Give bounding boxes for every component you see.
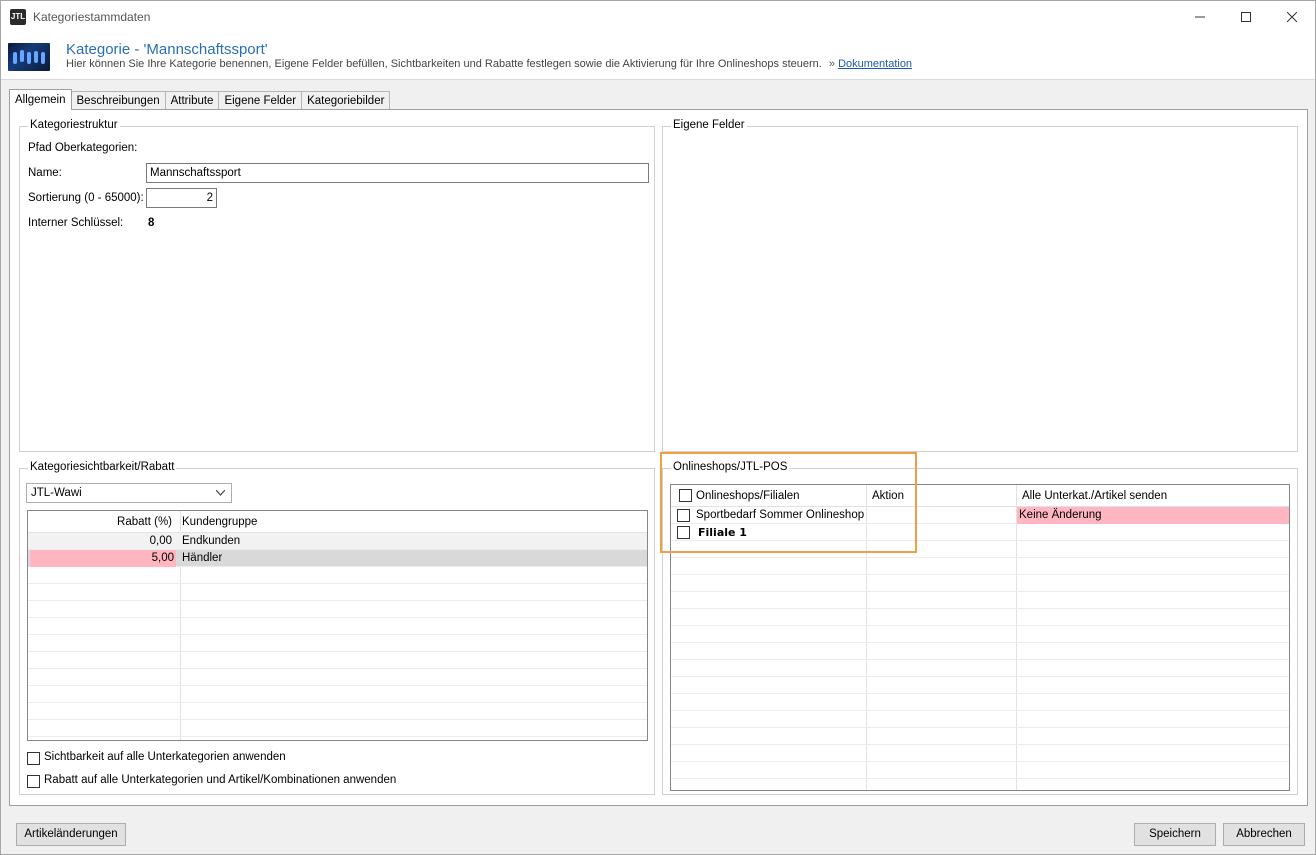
sortierung-label: Sortierung (0 - 65000):	[28, 192, 144, 204]
name-input[interactable]: Mannschaftssport	[146, 163, 649, 183]
page-title: Kategorie - 'Mannschaftssport'	[66, 41, 268, 58]
sortierung-input[interactable]: 2	[146, 188, 217, 208]
window: JTL Kategoriestammdaten Kategorie - 'Man…	[0, 0, 1316, 855]
rabatt-cell: 0,00	[149, 535, 172, 547]
column-header-onlineshops[interactable]: Onlineshops/Filialen	[696, 488, 800, 505]
eigene-felder-group: Eigene Felder	[662, 119, 1298, 452]
mandant-select-value: JTL-Wawi	[31, 487, 82, 499]
table-row[interactable]: 0,00 Endkunden	[28, 533, 647, 550]
rabatt-cell: 5,00	[30, 550, 176, 567]
column-header-senden[interactable]: Alle Unterkat./Artikel senden	[1022, 488, 1167, 505]
onlineshops-table: Onlineshops/Filialen Aktion Alle Unterka…	[670, 484, 1290, 791]
pfad-label: Pfad Oberkategorien:	[28, 142, 138, 154]
save-button[interactable]: Speichern	[1134, 823, 1216, 846]
shop-name-cell: Filiale 1	[698, 526, 747, 539]
artikelaenderungen-button[interactable]: Artikeländerungen	[16, 823, 126, 846]
tab-bar: Allgemein Beschreibungen Attribute Eigen…	[9, 89, 391, 110]
schluessel-label: Interner Schlüssel:	[28, 217, 124, 229]
minimize-button[interactable]	[1177, 1, 1223, 33]
group-label: Kategoriestruktur	[28, 119, 120, 131]
close-button[interactable]	[1269, 1, 1315, 33]
tab-attribute[interactable]: Attribute	[164, 91, 220, 110]
title-bar: JTL Kategoriestammdaten	[1, 1, 1315, 33]
window-title: Kategoriestammdaten	[33, 10, 151, 24]
kundengruppe-cell: Händler	[182, 552, 223, 564]
table-header: Onlineshops/Filialen Aktion Alle Unterka…	[671, 485, 1289, 507]
group-label: Eigene Felder	[671, 119, 747, 131]
close-icon	[1287, 12, 1297, 22]
column-header-rabatt[interactable]: Rabatt (%)	[28, 514, 176, 531]
sichtbarkeit-checkbox-label[interactable]: Sichtbarkeit auf alle Unterkategorien an…	[44, 751, 286, 763]
select-all-checkbox[interactable]	[679, 489, 692, 502]
group-label: Kategoriesichtbarkeit/Rabatt	[28, 461, 177, 473]
dialog-header: Kategorie - 'Mannschaftssport' Hier könn…	[1, 33, 1315, 80]
subtitle-text: Hier können Sie Ihre Kategorie benennen,…	[66, 58, 822, 70]
group-label: Onlineshops/JTL-POS	[671, 461, 790, 473]
kundengruppe-cell: Endkunden	[182, 535, 241, 547]
senden-cell[interactable]: Keine Änderung	[1017, 507, 1289, 524]
rabatt-checkbox-label[interactable]: Rabatt auf alle Unterkategorien und Arti…	[44, 774, 396, 786]
column-header-kundengruppe[interactable]: Kundengruppe	[182, 514, 257, 531]
tab-beschreibungen[interactable]: Beschreibungen	[70, 91, 166, 110]
schluessel-value: 8	[148, 217, 155, 229]
minimize-icon	[1195, 16, 1205, 18]
table-header: Rabatt (%) Kundengruppe	[28, 511, 647, 533]
column-header-aktion[interactable]: Aktion	[872, 488, 904, 505]
tab-allgemein[interactable]: Allgemein	[9, 89, 72, 110]
rabatt-checkbox[interactable]	[27, 775, 40, 788]
tab-eigene-felder[interactable]: Eigene Felder	[218, 91, 303, 110]
table-row[interactable]: Filiale 1	[671, 524, 1289, 541]
kategoriestruktur-group: Kategoriestruktur Pfad Oberkategorien: N…	[19, 119, 655, 452]
tab-page-allgemein: Kategoriestruktur Pfad Oberkategorien: N…	[9, 109, 1308, 806]
sichtbarkeit-group: Kategoriesichtbarkeit/Rabatt JTL-Wawi Ra…	[19, 461, 655, 795]
category-image	[8, 43, 50, 71]
cancel-button[interactable]: Abbrechen	[1223, 823, 1305, 846]
documentation-link[interactable]: Dokumentation	[838, 58, 912, 70]
name-label: Name:	[28, 167, 62, 179]
maximize-icon	[1241, 12, 1251, 22]
jtl-logo-icon: JTL	[10, 9, 26, 25]
sichtbarkeit-checkbox[interactable]	[27, 752, 40, 765]
shop-checkbox[interactable]	[677, 509, 690, 522]
link-prefix: »	[828, 58, 835, 70]
shop-name-cell: Sportbedarf Sommer Onlineshop	[696, 509, 865, 521]
maximize-button[interactable]	[1223, 1, 1269, 33]
chevron-down-icon	[216, 490, 225, 496]
page-subtitle: Hier können Sie Ihre Kategorie benennen,…	[66, 58, 912, 70]
tab-kategoriebilder[interactable]: Kategoriebilder	[301, 91, 391, 110]
rabatt-table: Rabatt (%) Kundengruppe 0,00 Endkunden 5…	[27, 510, 648, 741]
table-row[interactable]: 5,00 Händler	[28, 550, 647, 567]
onlineshops-group: Onlineshops/JTL-POS Onlineshops/Filialen…	[662, 461, 1298, 795]
shop-checkbox[interactable]	[677, 526, 690, 539]
mandant-select[interactable]: JTL-Wawi	[26, 483, 232, 503]
table-row[interactable]: Sportbedarf Sommer Onlineshop Keine Ände…	[671, 507, 1289, 524]
